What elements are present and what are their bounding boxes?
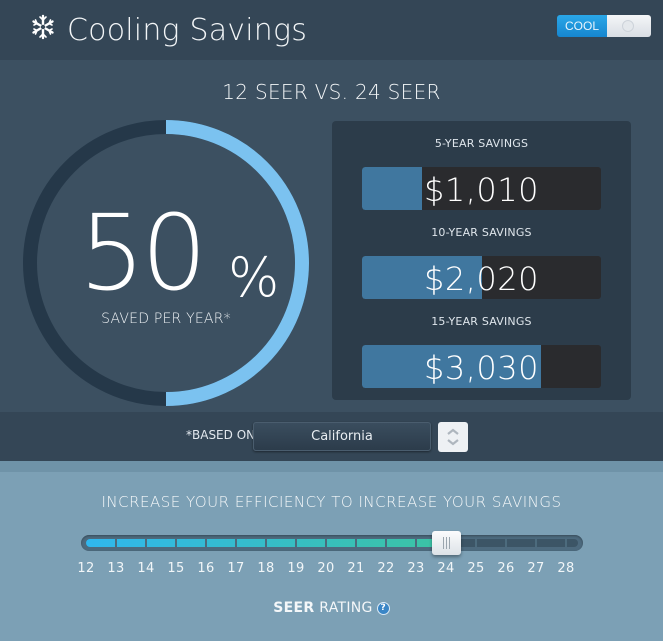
seer-tick-label[interactable]: 21: [341, 561, 371, 576]
seer-tick-label[interactable]: 13: [101, 561, 131, 576]
grip-line: [446, 537, 447, 549]
savings-bar-15yr: $3,030: [362, 345, 601, 388]
toggle-track: [607, 15, 651, 37]
savings-panel: 5-YEAR SAVINGS $1,010 10-YEAR SAVINGS $2…: [332, 121, 631, 400]
seer-tick-label[interactable]: 16: [191, 561, 221, 576]
seer-tick-label[interactable]: 24: [431, 561, 461, 576]
seer-slider-track[interactable]: [81, 535, 583, 551]
grip-line: [449, 537, 450, 549]
grip-line: [443, 537, 444, 549]
seer-tick-label[interactable]: 22: [371, 561, 401, 576]
seer-rating-bold: SEER: [273, 600, 315, 616]
comparison-title: 12 SEER VS. 24 SEER: [222, 80, 441, 104]
based-on-label: *BASED ON: [186, 428, 256, 442]
seer-tick-label[interactable]: 28: [551, 561, 581, 576]
up-down-chevron-icon: [447, 428, 459, 446]
seer-tick-label[interactable]: 19: [281, 561, 311, 576]
efficiency-section: INCREASE YOUR EFFICIENCY TO INCREASE YOU…: [0, 461, 663, 641]
toggle-label: COOL: [557, 15, 607, 37]
location-stepper[interactable]: [438, 422, 468, 452]
seer-tick-label[interactable]: 23: [401, 561, 431, 576]
seer-rating-rest: RATING: [314, 600, 373, 616]
seer-tick-label[interactable]: 18: [251, 561, 281, 576]
seer-tick-label[interactable]: 14: [131, 561, 161, 576]
seer-tick-label[interactable]: 17: [221, 561, 251, 576]
seer-tick-label[interactable]: 25: [461, 561, 491, 576]
gauge-caption: SAVED PER YEAR*: [101, 311, 231, 327]
seer-tick-label[interactable]: 27: [521, 561, 551, 576]
seer-tick-label[interactable]: 12: [71, 561, 101, 576]
location-select[interactable]: California: [253, 422, 431, 451]
help-icon[interactable]: ?: [376, 602, 390, 615]
savings-value-10yr: $2,020: [424, 260, 539, 298]
savings-bar-10yr: $2,020: [362, 256, 601, 299]
seer-slider-handle[interactable]: [432, 531, 461, 555]
slider-tick-divider: [295, 539, 297, 547]
seer-tick-label[interactable]: 26: [491, 561, 521, 576]
savings-bar-5yr: $1,010: [362, 167, 601, 210]
savings-value-15yr: $3,030: [424, 349, 539, 387]
slider-tick-divider: [415, 539, 417, 547]
app-title: Cooling Savings: [67, 13, 308, 48]
slider-tick-divider: [355, 539, 357, 547]
slider-tick-divider: [475, 539, 477, 547]
header: Cooling Savings COOL: [0, 0, 663, 60]
efficiency-heading: INCREASE YOUR EFFICIENCY TO INCREASE YOU…: [101, 493, 562, 511]
slider-tick-divider: [265, 539, 267, 547]
snowflake-icon: [32, 14, 54, 40]
section-divider: [0, 461, 663, 472]
gauge-percent-value: 50: [79, 192, 207, 314]
savings-label-15yr: 15-YEAR SAVINGS: [431, 315, 532, 328]
savings-value-5yr: $1,010: [424, 171, 539, 209]
slider-tick-divider: [145, 539, 147, 547]
slider-tick-divider: [175, 539, 177, 547]
slider-tick-divider: [565, 539, 567, 547]
slider-tick-divider: [205, 539, 207, 547]
gauge-percent-sign: %: [228, 246, 280, 309]
cool-mode-toggle[interactable]: COOL: [557, 15, 651, 37]
seer-tick-label[interactable]: 20: [311, 561, 341, 576]
slider-tick-divider: [385, 539, 387, 547]
savings-label-5yr: 5-YEAR SAVINGS: [434, 137, 529, 150]
seer-slider-inner: [86, 539, 578, 547]
toggle-knob[interactable]: [622, 20, 634, 32]
slider-tick-divider: [115, 539, 117, 547]
slider-tick-divider: [235, 539, 237, 547]
savings-label-10yr: 10-YEAR SAVINGS: [431, 226, 532, 239]
slider-tick-divider: [535, 539, 537, 547]
seer-tick-label[interactable]: 15: [161, 561, 191, 576]
slider-tick-divider: [505, 539, 507, 547]
slider-tick-divider: [325, 539, 327, 547]
seer-rating-label: SEER RATING?: [0, 600, 663, 616]
